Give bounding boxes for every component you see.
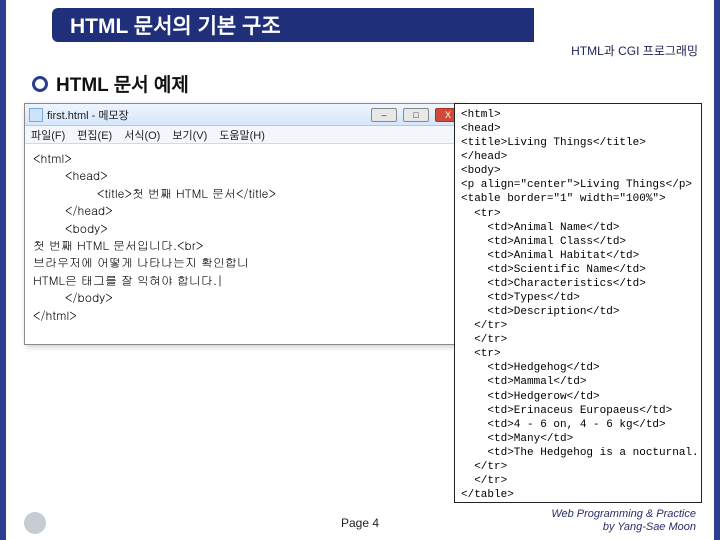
university-logo	[24, 512, 46, 534]
menu-help[interactable]: 도움말(H)	[219, 127, 265, 143]
credit: Web Programming & Practice by Yang-Sae M…	[551, 508, 696, 534]
credit-line2: by Yang-Sae Moon	[551, 521, 696, 534]
slide-title: HTML 문서의 기본 구조	[52, 8, 534, 42]
menu-format[interactable]: 서식(O)	[124, 127, 160, 143]
notepad-title-text: first.html - 메모장	[47, 107, 129, 123]
menu-view[interactable]: 보기(V)	[172, 127, 207, 143]
section-heading: HTML 문서 예제	[32, 70, 714, 97]
notepad-menubar: 파일(F) 편집(E) 서식(O) 보기(V) 도움말(H)	[25, 126, 465, 144]
notepad-window: first.html - 메모장 – □ X 파일(F) 편집(E) 서식(O)…	[24, 103, 466, 345]
notepad-titlebar: first.html - 메모장 – □ X	[25, 104, 465, 126]
header: HTML 문서의 기본 구조	[6, 0, 714, 46]
footer: Page 4 Web Programming & Practice by Yan…	[6, 508, 714, 534]
credit-line1: Web Programming & Practice	[551, 508, 696, 521]
notepad-app-icon	[29, 108, 43, 122]
slide: HTML 문서의 기본 구조 HTML과 CGI 프로그래밍 HTML 문서 예…	[0, 0, 720, 540]
notepad-body[interactable]: <html> <head> <title>첫 번째 HTML 문서</title…	[25, 144, 465, 330]
content-area: first.html - 메모장 – □ X 파일(F) 편집(E) 서식(O)…	[24, 103, 696, 503]
page-number: Page 4	[341, 516, 379, 530]
menu-file[interactable]: 파일(F)	[31, 127, 65, 143]
menu-edit[interactable]: 편집(E)	[77, 127, 112, 143]
maximize-button[interactable]: □	[403, 108, 429, 122]
minimize-button[interactable]: –	[371, 108, 397, 122]
course-label: HTML과 CGI 프로그래밍	[571, 42, 698, 59]
section-heading-text: HTML 문서 예제	[56, 70, 189, 97]
code-panel: <html> <head> <title>Living Things</titl…	[454, 103, 702, 503]
bullet-icon	[32, 76, 48, 92]
